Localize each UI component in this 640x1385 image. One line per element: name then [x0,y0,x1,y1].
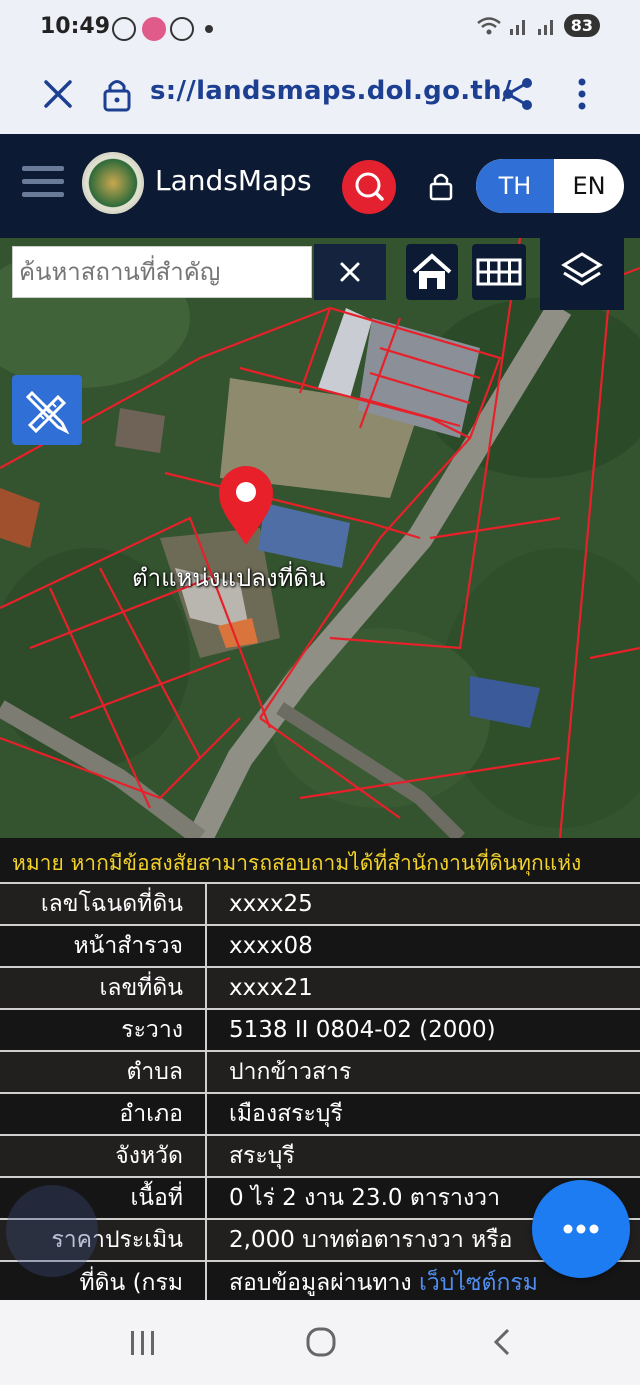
url-text[interactable]: s://landsmaps.dol.go.th/ [150,76,512,106]
row-value: xxxx21 [206,966,640,1009]
row-label: ตำบล [0,1050,207,1093]
table-row: เลขโฉนดที่ดิน xxxx25 [0,882,640,925]
table-row: เลขที่ดิน xxxx21 [0,966,640,1009]
share-icon[interactable] [500,76,536,112]
chat-fab-button[interactable] [532,1180,630,1278]
more-options-icon[interactable] [568,76,596,112]
row-label: จังหวัด [0,1134,207,1177]
battery-badge: 83 [563,14,600,37]
home-button[interactable] [406,244,458,300]
badge-app-icon [142,17,166,41]
row-value-text: สอบข้อมูลผ่านทาง [229,1269,412,1296]
row-label: เลขโฉนดที่ดิน [0,882,207,925]
login-lock-icon[interactable] [428,170,454,202]
recent-apps-icon[interactable] [126,1328,160,1358]
signal-icon-2 [537,19,553,35]
home-nav-icon[interactable] [304,1325,338,1359]
search-button[interactable] [342,160,396,214]
system-nav-bar [0,1300,640,1385]
row-value: 5138 II 0804-02 (2000) [206,1008,640,1051]
status-right: 83 [476,14,600,37]
notice-text: หมาย หากมีข้อสงสัยสามารถสอบถามได้ที่สำนั… [12,851,582,875]
search-icon [355,172,384,201]
row-value: สระบุรี [206,1134,640,1177]
dol-logo [82,152,144,214]
row-label: อำเภอ [0,1092,207,1135]
lock-icon[interactable] [102,76,132,112]
status-bar: 10:49 83 [0,0,640,58]
satellite-map[interactable] [0,238,640,838]
grid-button[interactable] [472,244,526,300]
table-row: จังหวัด สระบุรี [0,1134,640,1177]
place-search-input[interactable] [12,246,312,298]
app-header: LandsMaps TH EN [0,134,640,238]
measure-tool-button[interactable] [12,375,82,445]
clear-search-button[interactable] [314,244,386,300]
notification-dot [205,25,213,33]
row-label: ระวาง [0,1008,207,1051]
row-value: xxxx25 [206,882,640,925]
signal-icon-1 [509,19,525,35]
layers-icon [561,252,603,286]
row-label: เลขที่ดิน [0,966,207,1009]
parcel-marker-label: ตำแหน่งแปลงที่ดิน [132,564,326,592]
table-row: อำเภอ เมืองสระบุรี [0,1092,640,1135]
home-icon [412,253,452,289]
row-value: xxxx08 [206,924,640,967]
status-time: 10:49 [40,14,111,39]
browser-bar: s://landsmaps.dol.go.th/ [0,58,640,134]
wifi-icon [476,16,501,34]
location-pin-icon[interactable] [215,463,277,547]
menu-icon[interactable] [22,166,64,202]
table-row: หน้าสำรวจ xxxx08 [0,924,640,967]
table-row: ระวาง 5138 II 0804-02 (2000) [0,1008,640,1051]
lang-th-option[interactable]: TH [476,159,554,213]
layers-button[interactable] [540,238,624,310]
table-row: ตำบล ปากข้าวสาร [0,1050,640,1093]
ruler-pencil-icon [25,390,70,435]
row-label: หน้าสำรวจ [0,924,207,967]
dol-website-link[interactable]: เว็บไซต์กรม [419,1270,538,1296]
grid-icon [476,258,522,286]
brand-title: LandsMaps [155,164,312,197]
smiley-app-icon [170,17,194,41]
assistant-ghost-button [6,1185,98,1277]
close-icon[interactable] [40,76,76,112]
back-icon[interactable] [488,1326,516,1358]
map-view[interactable]: ตำแหน่งแปลงที่ดิน [0,238,640,838]
lang-en-option[interactable]: EN [554,159,624,213]
clear-icon [340,262,360,282]
more-dots-icon [563,1224,599,1234]
row-value: เมืองสระบุรี [206,1092,640,1135]
line-app-icon [112,17,136,41]
row-value: ปากข้าวสาร [206,1050,640,1093]
language-toggle[interactable]: TH EN [476,159,624,213]
